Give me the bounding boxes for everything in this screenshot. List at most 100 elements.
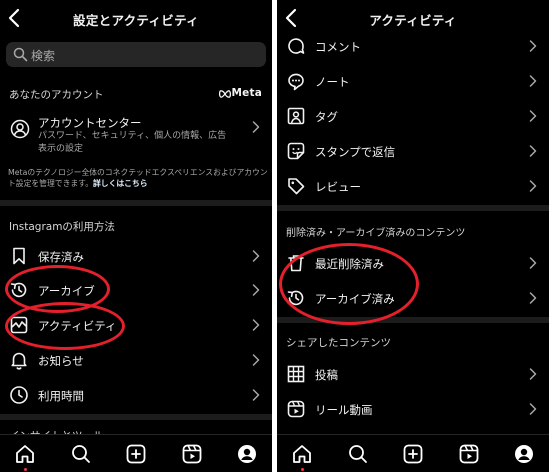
bookmark-icon [9, 246, 29, 266]
menu-item-sticker-replies[interactable]: スタンプで返信 [277, 134, 549, 168]
menu-item-label: アクティビティ [38, 319, 117, 333]
review-icon [286, 176, 306, 196]
chevron-right-icon [252, 250, 260, 262]
chevron-right-icon [529, 368, 537, 380]
chevron-right-icon [252, 354, 260, 366]
menu-item-recently-deleted[interactable]: 最近削除済み [277, 246, 549, 280]
search-icon [349, 445, 367, 463]
archive-icon [286, 288, 306, 308]
search-placeholder: 検索 [31, 49, 56, 63]
menu-item-archived[interactable]: アーカイブ済み [277, 281, 549, 315]
search-icon [72, 445, 90, 463]
plus-square-icon [126, 444, 146, 464]
menu-item-reviews[interactable]: レビュー [277, 169, 549, 203]
shared-content-heading: シェアしたコンテンツ [286, 337, 391, 349]
menu-item-label: スタンプで返信 [315, 145, 396, 159]
chevron-right-icon [529, 403, 537, 415]
reels-icon [182, 444, 202, 464]
chevron-right-icon [252, 389, 260, 401]
menu-item-notifications[interactable]: お知らせ [0, 343, 272, 377]
menu-item-saved[interactable]: 保存済み [0, 239, 272, 273]
menu-item-reels[interactable]: リール動画 [277, 392, 549, 426]
chevron-right-icon [529, 292, 537, 304]
nav-reels[interactable] [458, 443, 480, 465]
archive-icon [9, 280, 29, 300]
reels-icon [459, 444, 479, 464]
sticker-icon [286, 141, 306, 161]
menu-item-label: タグ [315, 110, 338, 124]
menu-item-label: 利用時間 [38, 389, 84, 403]
chevron-right-icon [529, 145, 537, 157]
menu-item-tags[interactable]: タグ [277, 99, 549, 133]
active-indicator [301, 468, 304, 471]
chevron-right-icon [529, 257, 537, 269]
meta-note: Metaのテクノロジー全体のコネクテッドエクスペリエンスおよびアカウント設定を管… [8, 167, 270, 189]
meta-logo: Meta [218, 87, 262, 99]
menu-item-comments[interactable]: コメント [277, 29, 549, 63]
user-circle-icon [10, 119, 30, 139]
account-center-item[interactable]: アカウントセンター パスワード、セキュリティ、個人の情報、広告表示の設定 [0, 108, 272, 158]
note-icon [286, 71, 306, 91]
nav-reels[interactable] [181, 443, 203, 465]
profile-icon [238, 445, 256, 463]
chevron-right-icon [252, 121, 260, 133]
menu-item-label: 保存済み [38, 250, 84, 264]
header: 設定とアクティビティ [0, 0, 272, 36]
meta-infinity-icon [218, 90, 231, 98]
grid-icon [286, 364, 306, 384]
nav-profile[interactable] [236, 443, 258, 465]
menu-item-archive[interactable]: アーカイブ [0, 273, 272, 307]
your-account-heading: あなたのアカウント [9, 89, 104, 101]
nav-search[interactable] [347, 443, 369, 465]
chevron-right-icon [529, 40, 537, 52]
bottom-nav [277, 434, 549, 472]
chevron-right-icon [529, 110, 537, 122]
activity-icon [9, 315, 29, 335]
chevron-right-icon [252, 284, 260, 296]
separator [277, 205, 549, 211]
plus-square-icon [403, 444, 423, 464]
menu-item-label: レビュー [315, 180, 361, 194]
instagram-usage-heading: Instagramの利用方法 [9, 221, 115, 233]
account-center-title: アカウントセンター [38, 116, 142, 130]
nav-create[interactable] [125, 443, 147, 465]
bell-icon [9, 350, 29, 370]
menu-item-label: ノート [315, 75, 350, 89]
menu-item-label: アーカイブ済み [315, 292, 395, 306]
active-indicator [24, 468, 27, 471]
nav-create[interactable] [402, 443, 424, 465]
account-center-description: パスワード、セキュリティ、個人の情報、広告表示の設定 [38, 131, 227, 154]
nav-home[interactable] [14, 443, 36, 465]
clock-icon [9, 385, 29, 405]
menu-item-notes[interactable]: ノート [277, 64, 549, 98]
meta-brand: Meta [231, 87, 262, 99]
home-icon [16, 445, 34, 463]
search-icon [13, 47, 28, 62]
profile-icon [515, 445, 533, 463]
settings-activity-screen: 設定とアクティビティ 検索 あなたのアカウント Meta アカウントセンター パ… [0, 0, 272, 472]
bottom-nav [0, 434, 272, 472]
menu-item-activity[interactable]: アクティビティ [0, 308, 272, 342]
trash-icon [286, 253, 306, 273]
separator [0, 414, 272, 420]
home-icon [293, 445, 311, 463]
nav-search[interactable] [70, 443, 92, 465]
separator [277, 317, 549, 323]
page-title: 設定とアクティビティ [73, 13, 199, 28]
menu-item-posts[interactable]: 投稿 [277, 357, 549, 391]
menu-item-label: アーカイブ [38, 284, 95, 298]
separator [0, 200, 272, 206]
menu-item-time-spent[interactable]: 利用時間 [0, 378, 272, 412]
tag-icon [286, 106, 306, 126]
menu-item-label: お知らせ [38, 354, 84, 368]
nav-home[interactable] [291, 443, 313, 465]
activity-screen: アクティビティ コメント ノート タグ スタンプで返信 レビュー 削除済み・アー… [277, 0, 549, 472]
chevron-right-icon [252, 319, 260, 331]
chevron-right-icon [529, 75, 537, 87]
nav-profile[interactable] [513, 443, 535, 465]
learn-more-link[interactable]: 詳しくはこちら [93, 179, 148, 188]
menu-item-label: 最近削除済み [315, 257, 384, 271]
search-input[interactable]: 検索 [6, 42, 266, 67]
deleted-archived-heading: 削除済み・アーカイブ済みのコンテンツ [286, 228, 466, 239]
comment-icon [286, 36, 306, 56]
